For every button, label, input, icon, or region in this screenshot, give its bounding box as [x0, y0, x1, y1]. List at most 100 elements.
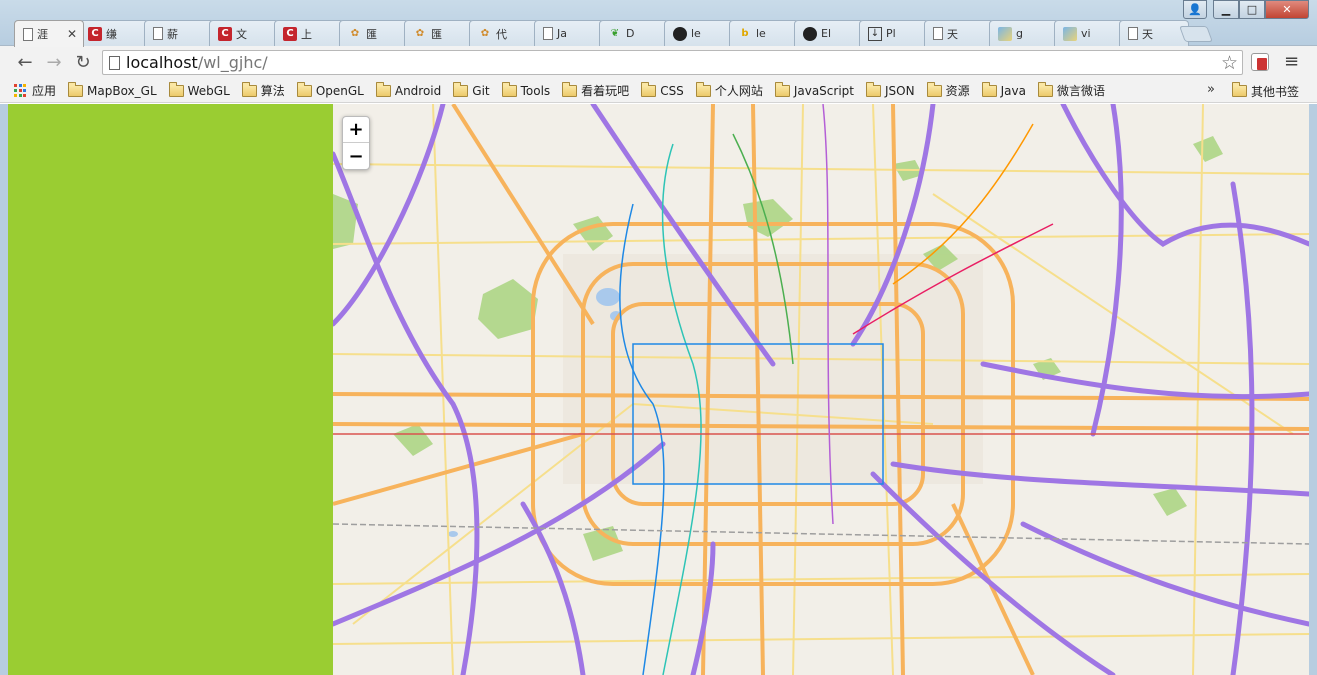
document-icon [933, 27, 943, 40]
apps-grid-icon [14, 83, 28, 98]
image-icon [1063, 26, 1077, 41]
document-icon [1128, 27, 1138, 40]
browser-tab[interactable]: 天 [924, 20, 994, 46]
browser-tab[interactable]: 涯 ✕ [14, 20, 84, 47]
tab-close-icon[interactable]: ✕ [67, 27, 77, 41]
github-icon [673, 26, 687, 41]
zoom-out-button[interactable]: − [343, 143, 369, 169]
folder-icon [68, 81, 84, 97]
folder-icon [641, 81, 657, 97]
browser-tab[interactable]: ✿ 匯 [404, 20, 474, 46]
tab-title: El [821, 27, 832, 40]
zoom-in-button[interactable]: + [343, 117, 369, 143]
folder-icon [695, 81, 711, 97]
forward-button[interactable]: → [41, 50, 67, 74]
tab-strip: 涯 ✕ C 缣薪 C 文 C 上 ✿ 匯 ✿ 匯 ✿ 代 Ja ❦ Dle b le El ↓ Pl 天 g vi 天 👤 ▁ □… [0, 0, 1317, 47]
browser-tab[interactable]: C缣 [79, 20, 149, 46]
reload-button[interactable]: ↻ [70, 50, 96, 74]
user-profile-icon[interactable]: 👤 [1183, 0, 1207, 19]
bookmark-folder-label: Android [394, 83, 442, 98]
bing-icon: b [741, 27, 749, 39]
tab-title: g [1016, 27, 1023, 40]
browser-tab[interactable]: le [664, 20, 734, 46]
browser-tab[interactable]: vi [1054, 20, 1124, 46]
bookmarks-overflow-chevron-icon[interactable]: » [1207, 82, 1215, 97]
map-view[interactable]: + − [333, 104, 1309, 675]
folder-icon [1037, 81, 1053, 97]
browser-tab[interactable]: ✿ 匯 [339, 20, 409, 46]
map-tiles [333, 104, 1309, 675]
window-frame-left [0, 104, 8, 675]
browser-tab[interactable]: C上 [274, 20, 344, 46]
bookmark-folder[interactable]: CSS [641, 81, 684, 98]
bookmark-apps[interactable]: 应用 [14, 82, 56, 99]
bookmark-star-icon[interactable]: ☆ [1221, 52, 1238, 74]
browser-tab[interactable]: ❦ D [599, 20, 669, 46]
menu-icon[interactable]: ≡ [1284, 51, 1299, 72]
maximize-button[interactable]: □ [1239, 0, 1265, 19]
browser-tab[interactable]: ✿ 代 [469, 20, 539, 46]
tab-title: le [691, 27, 701, 40]
csdn-icon: C [88, 26, 102, 41]
bookmark-folder-list: MapBox_GL WebGL 算法 OpenGL Android Git Tools 看着玩… [68, 81, 1117, 99]
bookmark-folder[interactable]: Android [375, 81, 442, 98]
tab-title: 匯 [431, 27, 442, 41]
bookmark-folder-label: 个人网站 [714, 84, 763, 98]
browser-toolbar: ← → ↻ localhost/wl_gjhc/ ☆ ≡ [0, 46, 1317, 79]
tab-title: 薪 [167, 27, 178, 41]
leaf-icon: ❦ [610, 27, 620, 39]
address-bar[interactable]: localhost/wl_gjhc/ ☆ [102, 50, 1243, 75]
folder-icon [926, 81, 942, 97]
folder-icon [241, 81, 257, 97]
bookmark-folder-label: 算法 [260, 84, 285, 98]
orange-globe-icon: ✿ [480, 27, 490, 39]
bookmark-folder[interactable]: Java [981, 81, 1026, 98]
back-button[interactable]: ← [12, 50, 38, 74]
bookmark-folder[interactable]: OpenGL [296, 81, 364, 98]
browser-tab[interactable]: 薪 [144, 20, 214, 46]
bookmark-folder[interactable]: MapBox_GL [68, 81, 157, 98]
pdf-extension-icon[interactable] [1251, 53, 1269, 71]
bookmark-folder[interactable]: JavaScript [774, 81, 854, 98]
browser-tab[interactable]: Ja [534, 20, 604, 46]
browser-tab[interactable]: g [989, 20, 1059, 46]
browser-tab[interactable]: ↓ Pl [859, 20, 929, 46]
close-window-button[interactable]: ✕ [1265, 0, 1309, 19]
bookmark-folder[interactable]: 微言微语 [1037, 81, 1105, 99]
tab-title: 匯 [366, 27, 377, 41]
folder-icon [375, 81, 391, 97]
bookmark-folder[interactable]: 个人网站 [695, 81, 763, 99]
window-controls: 👤 ▁ □ ✕ [1183, 0, 1309, 19]
bookmarks-bar: 应用 MapBox_GL WebGL 算法 OpenGL Android Git Tools… [0, 79, 1317, 103]
bookmark-folder-label: JavaScript [793, 83, 854, 98]
other-bookmarks[interactable]: 其他书签 [1232, 79, 1299, 103]
browser-tab[interactable]: C文 [209, 20, 279, 46]
bookmark-folder[interactable]: WebGL [168, 81, 230, 98]
bookmark-folder[interactable]: 算法 [241, 81, 285, 99]
tab-title: 文 [236, 27, 247, 41]
tab-title: 天 [947, 27, 958, 41]
folder-icon [865, 81, 881, 97]
bookmark-folder-label: JSON [884, 83, 915, 98]
new-tab-button[interactable] [1179, 26, 1213, 42]
bookmark-folder[interactable]: Git [453, 81, 490, 98]
browser-tab[interactable]: El [794, 20, 864, 46]
url-path: /wl_gjhc/ [197, 53, 268, 72]
csdn-icon: C [218, 26, 232, 41]
bookmark-folder-label: 资源 [945, 84, 970, 98]
browser-tab[interactable]: 天 [1119, 20, 1189, 46]
folder-icon [1232, 82, 1247, 97]
tab-title: 天 [1142, 27, 1153, 41]
tab-title: 代 [496, 27, 507, 41]
bookmark-folder[interactable]: Tools [501, 81, 550, 98]
bookmark-folder[interactable]: 资源 [926, 81, 970, 99]
tab-title: le [756, 27, 766, 40]
bookmark-folder[interactable]: JSON [865, 81, 915, 98]
folder-icon [981, 81, 997, 97]
orange-globe-icon: ✿ [350, 27, 360, 39]
minimize-button[interactable]: ▁ [1213, 0, 1239, 19]
bookmark-folder[interactable]: 看着玩吧 [562, 81, 629, 99]
other-bookmarks-label: 其他书签 [1251, 84, 1300, 99]
bookmark-folder-label: CSS [660, 83, 684, 98]
browser-tab[interactable]: b le [729, 20, 799, 46]
